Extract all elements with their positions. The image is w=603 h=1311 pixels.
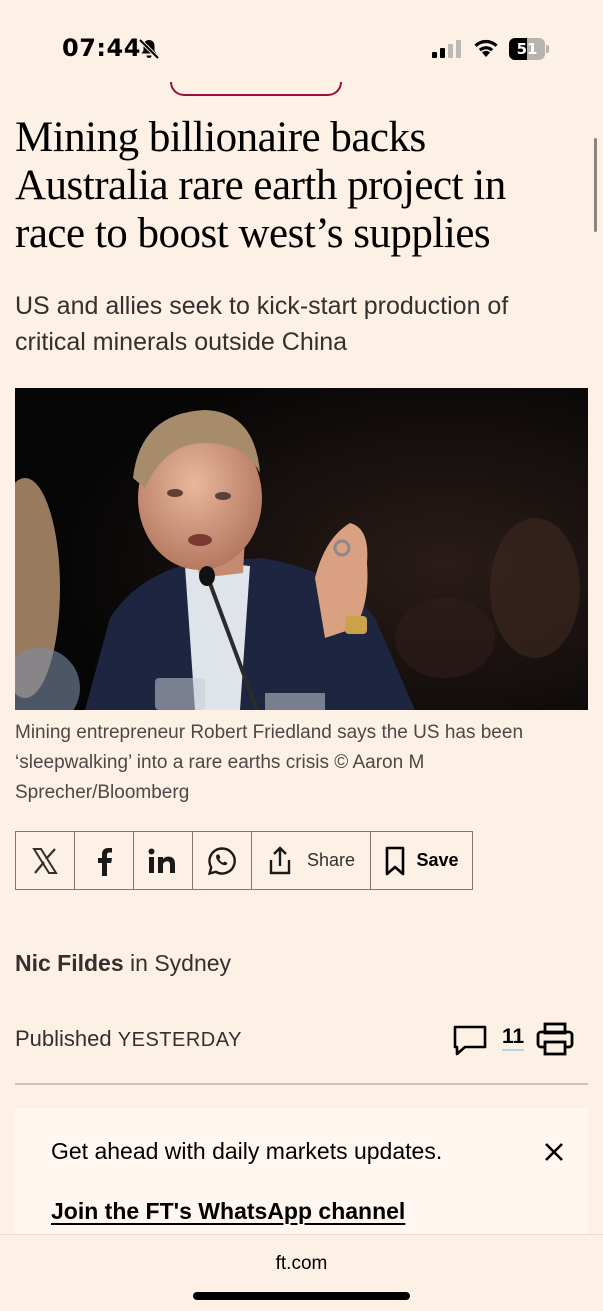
wifi-icon — [474, 39, 498, 57]
linkedin-icon — [148, 848, 175, 873]
published-line: Published YESTERDAY — [15, 1026, 242, 1052]
header-accent-line — [170, 82, 342, 96]
share-whatsapp-button[interactable] — [193, 832, 252, 889]
print-icon[interactable] — [536, 1022, 574, 1056]
bookmark-icon — [386, 846, 405, 875]
published-date: YESTERDAY — [117, 1029, 242, 1051]
share-toolbar: Share Save — [15, 831, 473, 890]
scrollbar[interactable] — [594, 138, 597, 232]
share-icon — [269, 845, 291, 874]
x-icon — [32, 847, 58, 874]
divider — [15, 1083, 588, 1085]
article-headline: Mining billionaire backs Australia rare … — [15, 114, 506, 257]
article-standfirst: US and allies seek to kick-start product… — [15, 292, 509, 356]
cellular-signal-icon — [432, 40, 461, 58]
facebook-icon — [98, 847, 112, 876]
comment-count[interactable]: 11 — [502, 1025, 525, 1051]
bell-muted-icon — [138, 38, 160, 60]
comments-icon[interactable] — [453, 1024, 487, 1056]
article-hero-image[interactable] — [15, 388, 588, 710]
close-icon[interactable] — [540, 1138, 568, 1166]
share-x-button[interactable] — [16, 832, 75, 889]
status-time: 07:44 — [62, 34, 141, 62]
battery-indicator: 51 — [509, 38, 549, 60]
published-label: Published — [15, 1026, 112, 1051]
share-linkedin-button[interactable] — [134, 832, 193, 889]
save-button[interactable]: Save — [371, 832, 472, 889]
whatsapp-promo-banner: Get ahead with daily markets updates. Jo… — [15, 1108, 588, 1248]
share-button[interactable]: Share — [252, 832, 371, 889]
url-text[interactable]: ft.com — [0, 1253, 603, 1275]
browser-url-bar[interactable]: ft.com — [0, 1234, 603, 1311]
share-facebook-button[interactable] — [75, 832, 134, 889]
whatsapp-channel-link[interactable]: Join the FT's WhatsApp channel — [51, 1198, 405, 1225]
byline-location: Sydney — [154, 950, 232, 976]
battery-percentage: 51 — [516, 40, 538, 58]
home-indicator[interactable] — [193, 1292, 410, 1300]
image-caption: Mining entrepreneur Robert Friedland say… — [15, 722, 524, 803]
promo-text: Get ahead with daily markets updates. — [51, 1138, 443, 1164]
author-link[interactable]: Nic Fildes — [15, 950, 124, 976]
whatsapp-icon — [207, 846, 236, 875]
save-label: Save — [416, 850, 459, 870]
byline: Nic Fildes in Sydney — [15, 950, 231, 977]
byline-prefix: in — [130, 950, 148, 976]
share-label: Share — [306, 850, 356, 870]
